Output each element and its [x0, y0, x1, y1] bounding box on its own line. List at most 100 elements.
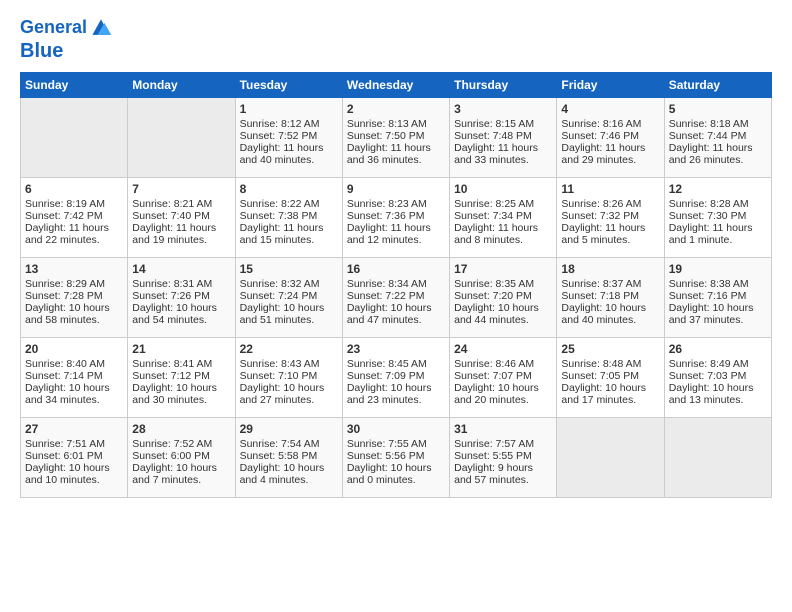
daylight-text: Daylight: 9 hours and 57 minutes. — [454, 462, 533, 486]
sunrise-text: Sunrise: 7:51 AM — [25, 438, 105, 450]
sunrise-text: Sunrise: 8:16 AM — [561, 118, 641, 130]
calendar-cell: 15Sunrise: 8:32 AMSunset: 7:24 PMDayligh… — [235, 258, 342, 338]
sunrise-text: Sunrise: 8:45 AM — [347, 358, 427, 370]
calendar-cell: 30Sunrise: 7:55 AMSunset: 5:56 PMDayligh… — [342, 418, 449, 498]
calendar-cell: 7Sunrise: 8:21 AMSunset: 7:40 PMDaylight… — [128, 178, 235, 258]
page: General Blue SundayMondayTuesdayWednesda… — [0, 0, 792, 612]
sunrise-text: Sunrise: 8:21 AM — [132, 198, 212, 210]
calendar-cell: 14Sunrise: 8:31 AMSunset: 7:26 PMDayligh… — [128, 258, 235, 338]
day-number: 9 — [347, 182, 445, 196]
weekday-header-monday: Monday — [128, 73, 235, 98]
calendar-week-row: 20Sunrise: 8:40 AMSunset: 7:14 PMDayligh… — [21, 338, 772, 418]
day-number: 23 — [347, 342, 445, 356]
calendar-week-row: 13Sunrise: 8:29 AMSunset: 7:28 PMDayligh… — [21, 258, 772, 338]
sunset-text: Sunset: 7:36 PM — [347, 210, 425, 222]
calendar-cell — [128, 98, 235, 178]
daylight-text: Daylight: 10 hours and 47 minutes. — [347, 302, 432, 326]
day-number: 7 — [132, 182, 230, 196]
calendar-cell: 2Sunrise: 8:13 AMSunset: 7:50 PMDaylight… — [342, 98, 449, 178]
sunrise-text: Sunrise: 8:41 AM — [132, 358, 212, 370]
daylight-text: Daylight: 11 hours and 15 minutes. — [240, 222, 324, 246]
daylight-text: Daylight: 10 hours and 30 minutes. — [132, 382, 217, 406]
sunset-text: Sunset: 7:50 PM — [347, 130, 425, 142]
day-number: 16 — [347, 262, 445, 276]
sunrise-text: Sunrise: 8:43 AM — [240, 358, 320, 370]
day-number: 15 — [240, 262, 338, 276]
day-number: 20 — [25, 342, 123, 356]
day-number: 21 — [132, 342, 230, 356]
sunset-text: Sunset: 7:44 PM — [669, 130, 747, 142]
calendar-cell: 19Sunrise: 8:38 AMSunset: 7:16 PMDayligh… — [664, 258, 771, 338]
day-number: 31 — [454, 422, 552, 436]
sunset-text: Sunset: 6:01 PM — [25, 450, 103, 462]
calendar-cell: 13Sunrise: 8:29 AMSunset: 7:28 PMDayligh… — [21, 258, 128, 338]
calendar-cell: 9Sunrise: 8:23 AMSunset: 7:36 PMDaylight… — [342, 178, 449, 258]
weekday-header-tuesday: Tuesday — [235, 73, 342, 98]
weekday-header-sunday: Sunday — [21, 73, 128, 98]
sunset-text: Sunset: 7:38 PM — [240, 210, 318, 222]
calendar-cell: 10Sunrise: 8:25 AMSunset: 7:34 PMDayligh… — [450, 178, 557, 258]
logo: General Blue — [20, 16, 113, 62]
calendar-cell: 5Sunrise: 8:18 AMSunset: 7:44 PMDaylight… — [664, 98, 771, 178]
daylight-text: Daylight: 10 hours and 0 minutes. — [347, 462, 432, 486]
sunset-text: Sunset: 7:14 PM — [25, 370, 103, 382]
day-number: 13 — [25, 262, 123, 276]
sunrise-text: Sunrise: 7:57 AM — [454, 438, 534, 450]
sunset-text: Sunset: 7:52 PM — [240, 130, 318, 142]
day-number: 25 — [561, 342, 659, 356]
daylight-text: Daylight: 11 hours and 26 minutes. — [669, 142, 753, 166]
day-number: 6 — [25, 182, 123, 196]
sunrise-text: Sunrise: 7:52 AM — [132, 438, 212, 450]
day-number: 19 — [669, 262, 767, 276]
weekday-header-friday: Friday — [557, 73, 664, 98]
daylight-text: Daylight: 11 hours and 33 minutes. — [454, 142, 538, 166]
daylight-text: Daylight: 11 hours and 12 minutes. — [347, 222, 431, 246]
calendar-cell: 24Sunrise: 8:46 AMSunset: 7:07 PMDayligh… — [450, 338, 557, 418]
calendar-cell: 17Sunrise: 8:35 AMSunset: 7:20 PMDayligh… — [450, 258, 557, 338]
calendar-cell: 25Sunrise: 8:48 AMSunset: 7:05 PMDayligh… — [557, 338, 664, 418]
daylight-text: Daylight: 10 hours and 44 minutes. — [454, 302, 539, 326]
calendar-week-row: 6Sunrise: 8:19 AMSunset: 7:42 PMDaylight… — [21, 178, 772, 258]
daylight-text: Daylight: 11 hours and 5 minutes. — [561, 222, 645, 246]
daylight-text: Daylight: 11 hours and 19 minutes. — [132, 222, 216, 246]
calendar-cell — [21, 98, 128, 178]
day-number: 2 — [347, 102, 445, 116]
daylight-text: Daylight: 11 hours and 22 minutes. — [25, 222, 109, 246]
weekday-header-thursday: Thursday — [450, 73, 557, 98]
daylight-text: Daylight: 10 hours and 20 minutes. — [454, 382, 539, 406]
daylight-text: Daylight: 10 hours and 27 minutes. — [240, 382, 325, 406]
daylight-text: Daylight: 10 hours and 7 minutes. — [132, 462, 217, 486]
daylight-text: Daylight: 10 hours and 40 minutes. — [561, 302, 646, 326]
day-number: 5 — [669, 102, 767, 116]
daylight-text: Daylight: 10 hours and 51 minutes. — [240, 302, 325, 326]
sunrise-text: Sunrise: 8:35 AM — [454, 278, 534, 290]
calendar-cell: 11Sunrise: 8:26 AMSunset: 7:32 PMDayligh… — [557, 178, 664, 258]
sunset-text: Sunset: 7:32 PM — [561, 210, 639, 222]
day-number: 30 — [347, 422, 445, 436]
sunset-text: Sunset: 7:34 PM — [454, 210, 532, 222]
calendar-cell: 26Sunrise: 8:49 AMSunset: 7:03 PMDayligh… — [664, 338, 771, 418]
calendar-cell: 22 Sunrise: 8:43 AMSunset: 7:10 PMDayligh… — [235, 338, 342, 418]
day-number: 27 — [25, 422, 123, 436]
day-number: 22 — [240, 342, 338, 356]
day-number: 3 — [454, 102, 552, 116]
day-number: 29 — [240, 422, 338, 436]
sunrise-text: Sunrise: 8:48 AM — [561, 358, 641, 370]
weekday-header-wednesday: Wednesday — [342, 73, 449, 98]
logo-text: General — [20, 18, 87, 38]
weekday-header-saturday: Saturday — [664, 73, 771, 98]
calendar-cell: 8Sunrise: 8:22 AMSunset: 7:38 PMDaylight… — [235, 178, 342, 258]
logo-text-blue: Blue — [20, 40, 63, 62]
day-number: 18 — [561, 262, 659, 276]
sunrise-text: Sunrise: 8:12 AM — [240, 118, 320, 130]
daylight-text: Daylight: 10 hours and 37 minutes. — [669, 302, 754, 326]
daylight-text: Daylight: 10 hours and 4 minutes. — [240, 462, 325, 486]
daylight-text: Daylight: 11 hours and 8 minutes. — [454, 222, 538, 246]
daylight-text: Daylight: 10 hours and 13 minutes. — [669, 382, 754, 406]
calendar-cell: 18Sunrise: 8:37 AMSunset: 7:18 PMDayligh… — [557, 258, 664, 338]
daylight-text: Daylight: 11 hours and 1 minute. — [669, 222, 753, 246]
sunset-text: Sunset: 7:10 PM — [240, 370, 318, 382]
sunrise-text: Sunrise: 8:22 AM — [240, 198, 320, 210]
calendar-cell: 23Sunrise: 8:45 AMSunset: 7:09 PMDayligh… — [342, 338, 449, 418]
calendar-cell: 16Sunrise: 8:34 AMSunset: 7:22 PMDayligh… — [342, 258, 449, 338]
